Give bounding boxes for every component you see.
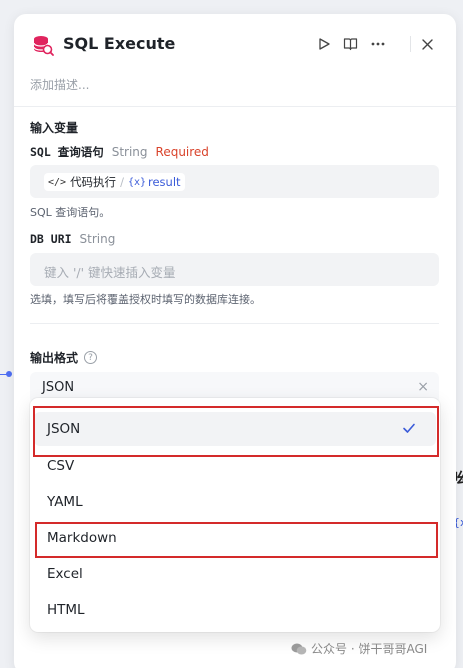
clear-icon[interactable]: × — [417, 379, 429, 395]
chip-value: result — [148, 175, 181, 189]
section-divider — [30, 323, 439, 324]
option-yaml[interactable]: YAML — [34, 485, 436, 519]
inputs-section-title: 输入变量 — [30, 121, 79, 135]
db-uri-field[interactable]: 键入 '/' 键快速插入变量 — [30, 253, 439, 286]
output-format-title-row: 输出格式 ? — [30, 349, 98, 366]
highlight-box-json — [33, 406, 439, 457]
option-label: Excel — [47, 566, 83, 582]
sql-query-field[interactable]: </> 代码执行 / {x} result — [30, 165, 439, 198]
panel-header: SQL Execute — [14, 14, 456, 76]
close-icon — [421, 38, 433, 50]
docs-button[interactable] — [340, 34, 360, 54]
output-format-title: 输出格式 — [30, 351, 79, 365]
more-icon — [371, 42, 385, 46]
close-button[interactable] — [417, 34, 437, 54]
option-label: HTML — [47, 602, 85, 618]
database-icon — [33, 36, 54, 56]
option-label: YAML — [47, 494, 83, 510]
sql-query-label-row: SQL 查询语句 String Required — [30, 144, 209, 160]
watermark-text: 公众号 · 饼干哥哥AGI — [311, 642, 428, 656]
output-format-selected-value: JSON — [42, 380, 75, 395]
option-excel[interactable]: Excel — [34, 557, 436, 591]
sql-query-help: SQL 查询语句。 — [30, 206, 111, 219]
chip-separator: / — [120, 175, 124, 189]
option-label: CSV — [47, 458, 75, 474]
help-circle-icon[interactable]: ? — [84, 351, 98, 364]
sql-query-type: String — [111, 145, 148, 159]
description-input[interactable]: 添加描述... — [30, 76, 89, 93]
watermark: 公众号 · 饼干哥哥AGI — [291, 640, 427, 657]
book-icon — [343, 38, 357, 51]
chip-source: 代码执行 — [70, 175, 117, 189]
canvas-edge-connector — [0, 366, 12, 382]
db-uri-help: 选填，填写后将覆盖授权时填写的数据库连接。 — [30, 293, 261, 306]
highlight-box-markdown — [35, 522, 438, 558]
option-html[interactable]: HTML — [34, 593, 436, 627]
db-uri-placeholder: 键入 '/' 键快速插入变量 — [44, 265, 176, 280]
more-button[interactable] — [368, 34, 388, 54]
sql-query-name: SQL 查询语句 — [30, 145, 104, 159]
run-button[interactable] — [314, 34, 334, 54]
play-icon — [319, 38, 330, 50]
code-icon: </> — [48, 176, 67, 188]
db-uri-label-row: DB URI String — [30, 232, 115, 246]
db-uri-type: String — [79, 232, 116, 246]
header-divider — [14, 106, 456, 107]
db-uri-name: DB URI — [30, 232, 72, 246]
required-badge: Required — [155, 145, 209, 159]
node-title[interactable]: SQL Execute — [63, 34, 175, 53]
wechat-icon — [291, 643, 307, 654]
header-separator — [410, 36, 411, 52]
variable-icon: {x} — [127, 176, 146, 188]
variable-reference-chip[interactable]: </> 代码执行 / {x} result — [44, 173, 185, 191]
